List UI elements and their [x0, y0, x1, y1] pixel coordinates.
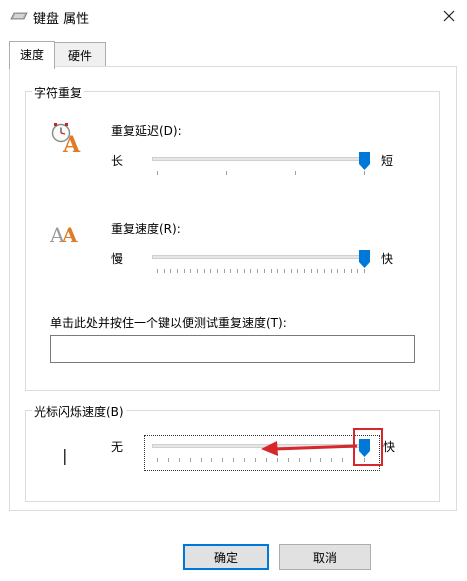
slider-tick — [364, 171, 365, 175]
slider-tick — [230, 269, 232, 273]
slider-tick — [364, 269, 365, 273]
slider-tick — [323, 269, 325, 273]
slider-tick — [197, 269, 199, 273]
slider-tick — [350, 269, 352, 273]
slider-tick — [211, 458, 213, 462]
slider-tick — [233, 458, 235, 462]
slider-tick — [277, 269, 279, 273]
char-repeat-group-label: 字符重复 — [32, 84, 85, 101]
slider-tick — [157, 458, 158, 462]
repeat-delay-min-label: 长 — [111, 154, 124, 168]
tab-speed[interactable]: 速度 — [9, 41, 55, 69]
svg-text:A: A — [62, 132, 81, 154]
repeat-delay-slider[interactable] — [152, 152, 370, 182]
repeat-test-label: 单击此处并按住一个键以便测试重复速度(T): — [50, 316, 287, 330]
slider-tick — [263, 269, 265, 273]
cancel-button[interactable]: 取消 — [279, 544, 371, 570]
repeat-rate-max-label: 快 — [381, 252, 394, 266]
slider-tick — [317, 269, 319, 273]
repeat-delay-max-label: 短 — [381, 154, 394, 168]
slider-tick — [200, 458, 202, 462]
repeat-test-input[interactable] — [50, 335, 415, 363]
slider-tick — [226, 171, 227, 175]
slider-tick — [257, 269, 259, 273]
slider-tick — [244, 458, 246, 462]
repeat-rate-slider[interactable] — [152, 250, 370, 280]
slider-tick — [303, 269, 305, 273]
slider-tick — [210, 269, 212, 273]
slider-tick — [163, 269, 165, 273]
slider-tick — [310, 269, 312, 273]
slider-tick — [203, 269, 205, 273]
slider-tick — [295, 171, 296, 175]
svg-text:A: A — [61, 223, 78, 247]
repeat-rate-min-label: 慢 — [111, 252, 124, 266]
slider-tick — [290, 269, 292, 273]
cursor-blink-max-label: 快 — [383, 440, 396, 454]
slider-tick — [223, 269, 225, 273]
cursor-blink-group-label: 光标闪烁速度(B) — [32, 403, 126, 420]
keyboard-icon — [10, 10, 28, 20]
tab-panel-speed: 字符重复 A 重复延迟(D): 长 短 A A 重复速度(R): 慢 快 单击此… — [9, 66, 457, 511]
repeat-delay-track — [152, 157, 370, 161]
slider-tick — [190, 269, 192, 273]
slider-tick — [255, 458, 257, 462]
slider-tick — [357, 269, 359, 273]
clock-letter-a-icon: A — [49, 122, 83, 158]
slider-tick — [297, 269, 299, 273]
repeat-rate-label: 重复速度(R): — [111, 222, 181, 236]
title-bar: 键盘 属性 — [0, 0, 467, 34]
slider-tick — [157, 269, 158, 273]
slider-tick — [337, 269, 339, 273]
slider-tick — [330, 269, 332, 273]
annotation-arrow-icon — [261, 439, 358, 460]
repeat-delay-label: 重复延迟(D): — [111, 124, 182, 138]
slider-tick — [167, 458, 169, 462]
slider-tick — [177, 269, 179, 273]
slider-tick — [250, 269, 252, 273]
slider-tick — [237, 269, 239, 273]
double-letter-a-icon: A A — [49, 220, 83, 252]
window-title: 键盘 属性 — [33, 12, 90, 27]
slider-tick — [217, 269, 219, 273]
repeat-rate-ticks — [152, 269, 370, 273]
slider-tick — [178, 458, 180, 462]
ok-button[interactable]: 确定 — [183, 544, 269, 570]
char-repeat-group: 字符重复 A 重复延迟(D): 长 短 A A 重复速度(R): 慢 快 单击此… — [25, 84, 440, 391]
cursor-blink-min-label: 无 — [111, 440, 124, 454]
repeat-rate-track — [152, 255, 370, 259]
repeat-delay-ticks — [152, 171, 370, 175]
repeat-rate-thumb[interactable] — [359, 250, 370, 268]
close-button[interactable] — [431, 0, 467, 34]
annotation-highlight-box — [353, 428, 383, 466]
close-icon — [443, 10, 455, 25]
slider-tick — [170, 269, 172, 273]
slider-tick — [283, 269, 285, 273]
cursor-blink-group: 光标闪烁速度(B) 无 快 — [25, 403, 440, 502]
slider-tick — [157, 171, 158, 175]
slider-tick — [183, 269, 185, 273]
slider-tick — [222, 458, 224, 462]
text-cursor-icon — [62, 445, 68, 469]
slider-tick — [243, 269, 245, 273]
slider-tick — [343, 269, 345, 273]
slider-tick — [270, 269, 272, 273]
tab-hardware[interactable]: 硬件 — [54, 42, 106, 68]
repeat-delay-thumb[interactable] — [359, 152, 370, 170]
slider-tick — [189, 458, 191, 462]
